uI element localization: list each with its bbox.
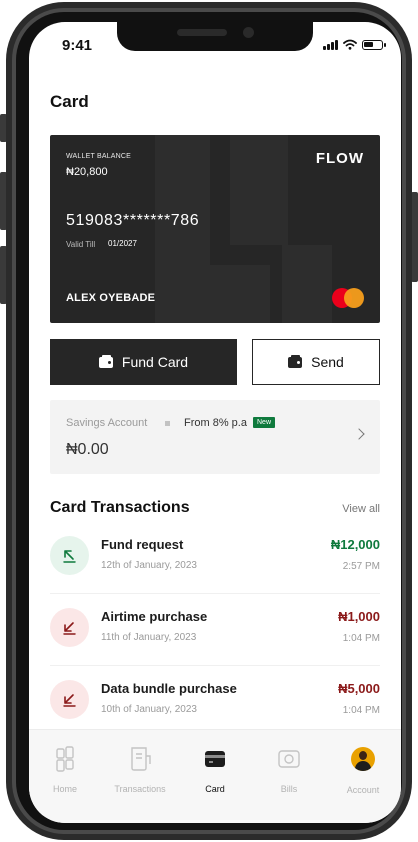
fund-card-button[interactable]: Fund Card — [50, 339, 237, 385]
avatar — [326, 747, 400, 773]
nav-account[interactable]: Account — [326, 746, 400, 795]
wallet-balance-label: WALLET BALANCE — [66, 153, 132, 160]
chevron-right-icon — [353, 428, 365, 440]
signal-icon — [323, 39, 338, 50]
transaction-date: 11th of January, 2023 — [101, 632, 197, 643]
transaction-row[interactable]: Airtime purchase 11th of January, 2023 ₦… — [50, 604, 380, 666]
separator-dot — [165, 421, 170, 426]
nav-transactions-label: Transactions — [114, 784, 166, 794]
mastercard-logo — [332, 288, 364, 308]
valid-till-label: Valid Till — [66, 240, 96, 249]
wallet-icon — [98, 354, 113, 368]
savings-account-card[interactable]: Savings Account From 8% p.a New ₦0.00 — [50, 400, 380, 474]
transaction-row[interactable]: Fund request 12th of January, 2023 ₦12,0… — [50, 532, 380, 594]
nav-home[interactable]: Home — [29, 746, 102, 794]
card-icon — [205, 751, 225, 767]
power-button — [411, 192, 418, 282]
transaction-name: Fund request — [101, 537, 184, 552]
transaction-time: 1:04 PM — [342, 705, 380, 716]
page-title: Card — [50, 92, 89, 111]
speaker — [177, 29, 227, 36]
card-holder-name: ALEX OYEBADE — [66, 292, 156, 304]
nav-bills-label: Bills — [280, 784, 298, 794]
wifi-icon — [343, 39, 357, 50]
status-time: 9:41 — [62, 37, 93, 54]
home-icon — [56, 746, 74, 772]
transaction-amount: ₦12,000 — [330, 537, 380, 552]
receipt-icon — [131, 747, 151, 771]
nav-account-label: Account — [346, 785, 380, 795]
new-badge: New — [253, 417, 276, 428]
valid-till-value: 01/2027 — [108, 239, 137, 248]
view-all-link[interactable]: View all — [342, 503, 380, 515]
avatar-image — [351, 747, 375, 771]
battery-icon — [362, 39, 386, 50]
card-texture — [230, 135, 288, 245]
phone-frame: 9:41 Card WALLET BALANCE ₦20,800 FLOW 51… — [6, 2, 412, 840]
savings-rate: From 8% p.a — [184, 417, 247, 429]
transaction-name: Data bundle purchase — [101, 681, 237, 696]
camera — [243, 27, 254, 38]
fund-card-label: Fund Card — [121, 354, 189, 370]
app-screen: 9:41 Card WALLET BALANCE ₦20,800 FLOW 51… — [29, 22, 401, 823]
send-button[interactable]: Send — [252, 339, 380, 385]
wallet-balance-value: ₦20,800 — [66, 166, 108, 178]
send-label: Send — [311, 354, 344, 370]
transaction-date: 12th of January, 2023 — [101, 560, 197, 571]
wallet-icon — [288, 354, 303, 368]
bank-card[interactable]: WALLET BALANCE ₦20,800 FLOW 519083******… — [50, 135, 380, 323]
card-texture — [210, 265, 270, 323]
card-texture — [282, 245, 332, 323]
transaction-time: 1:04 PM — [342, 633, 380, 644]
bills-icon — [278, 750, 300, 768]
status-icons — [323, 39, 386, 50]
transactions-title: Card Transactions — [50, 499, 190, 516]
transaction-amount: ₦5,000 — [338, 681, 380, 696]
arrow-down-left-icon — [50, 608, 89, 647]
transaction-amount: ₦1,000 — [338, 609, 380, 624]
nav-transactions[interactable]: Transactions — [103, 746, 177, 794]
transaction-date: 10th of January, 2023 — [101, 704, 197, 715]
arrow-up-left-icon — [50, 536, 89, 575]
notch — [117, 22, 313, 51]
nav-home-label: Home — [52, 784, 77, 794]
nav-card-label: Card — [205, 784, 225, 794]
card-number: 519083*******786 — [66, 212, 200, 229]
arrow-down-left-icon — [50, 680, 89, 719]
transaction-name: Airtime purchase — [101, 609, 208, 624]
savings-account-name: Savings Account — [66, 417, 148, 429]
nav-card[interactable]: Card — [178, 746, 252, 794]
bottom-navigation: Home Transactions Card Bills Account — [29, 729, 401, 823]
savings-amount: ₦0.00 — [66, 441, 109, 458]
card-brand: FLOW — [315, 150, 364, 167]
nav-bills[interactable]: Bills — [252, 746, 326, 794]
transaction-time: 2:57 PM — [342, 561, 380, 572]
